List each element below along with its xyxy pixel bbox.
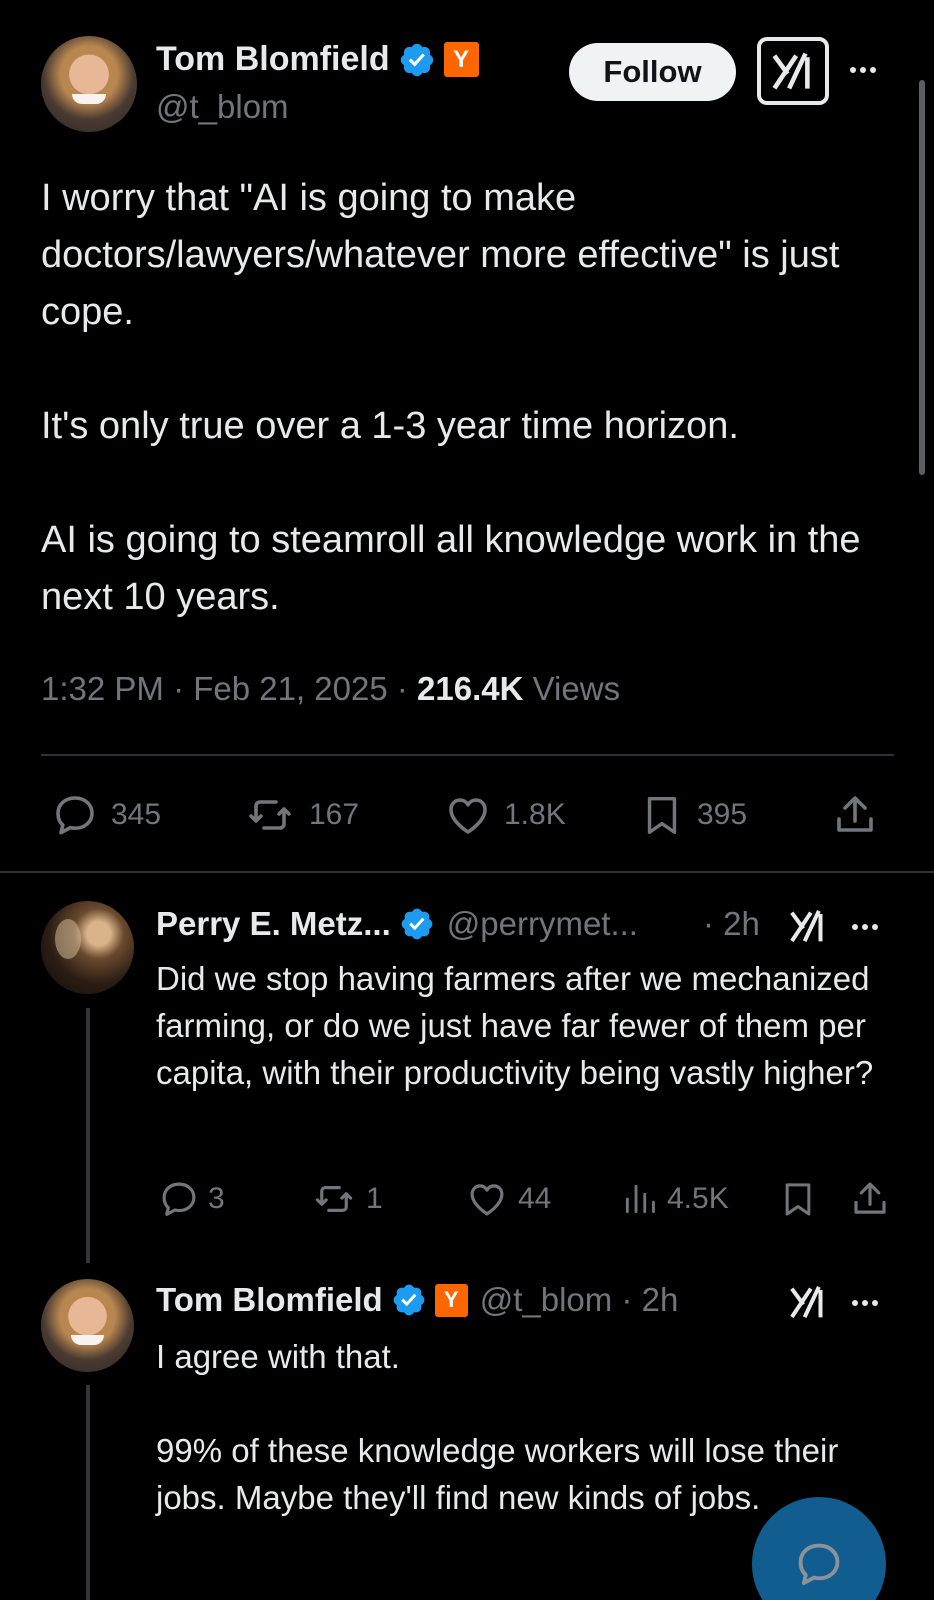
share-icon — [849, 1178, 891, 1220]
views-label: Views — [523, 670, 621, 707]
author-name[interactable]: Tom Blomfield — [156, 40, 390, 79]
grok-icon[interactable] — [788, 1282, 828, 1322]
repost-icon — [243, 791, 297, 839]
compose-icon — [793, 1538, 845, 1590]
ycombinator-badge: Y — [443, 42, 479, 77]
repost-count: 1 — [366, 1182, 383, 1215]
more-icon[interactable] — [852, 1300, 878, 1306]
bookmark-button[interactable]: 395 — [639, 791, 747, 839]
avatar[interactable] — [41, 36, 137, 132]
tweet-timestamp[interactable]: 1:32 PM · Feb 21, 2025 · — [41, 670, 417, 707]
reply-button[interactable]: 3 — [158, 1178, 225, 1220]
more-icon[interactable] — [852, 924, 878, 930]
reply-handle-time[interactable]: @t_blom · 2h — [480, 1281, 679, 1319]
divider — [0, 871, 934, 873]
views-button[interactable]: 4.5K — [621, 1178, 729, 1220]
follow-button[interactable]: Follow — [569, 43, 736, 101]
share-button[interactable] — [831, 791, 879, 839]
reply-author-line: Tom Blomfield Y @t_blom · 2h — [156, 1281, 678, 1319]
repost-icon — [310, 1178, 358, 1220]
scrollbar[interactable] — [919, 80, 925, 475]
more-icon[interactable] — [850, 67, 876, 73]
bookmark-icon — [639, 791, 685, 839]
repost-count: 167 — [309, 798, 360, 831]
avatar[interactable] — [41, 1279, 134, 1372]
grok-button[interactable] — [757, 37, 829, 105]
views-count: 4.5K — [667, 1182, 729, 1215]
bookmark-count: 395 — [697, 798, 748, 831]
views-icon — [621, 1178, 659, 1220]
reply-author-line: Perry E. Metz... @perrymet... — [156, 905, 638, 943]
author-line: Tom Blomfield Y — [156, 40, 479, 79]
reply-count: 345 — [111, 798, 162, 831]
verified-icon — [398, 41, 436, 79]
like-button[interactable]: 1.8K — [444, 791, 566, 839]
reply-icon — [51, 791, 99, 839]
thread-line — [86, 1385, 90, 1600]
grok-icon — [770, 48, 816, 94]
thread-line — [86, 1008, 90, 1263]
reply-button[interactable]: 345 — [51, 791, 161, 839]
reply-author-name[interactable]: Tom Blomfield — [156, 1281, 383, 1319]
verified-icon — [399, 906, 435, 942]
tweet-meta: 1:32 PM · Feb 21, 2025 · 216.4K Views — [41, 670, 620, 708]
verified-icon — [391, 1282, 427, 1318]
reply-time[interactable]: · 2h — [703, 905, 760, 943]
reply-text: I agree with that. 99% of these knowledg… — [156, 1338, 839, 1516]
views-count: 216.4K — [417, 670, 524, 707]
like-button[interactable]: 44 — [466, 1178, 551, 1220]
share-button[interactable] — [849, 1178, 891, 1220]
reply-author-name[interactable]: Perry E. Metz... — [156, 905, 391, 943]
divider — [41, 754, 894, 756]
like-count: 1.8K — [504, 798, 566, 831]
repost-button[interactable]: 1 — [310, 1178, 383, 1220]
reply-text: Did we stop having farmers after we mech… — [156, 960, 879, 1091]
bookmark-button[interactable] — [778, 1178, 818, 1220]
avatar[interactable] — [41, 901, 134, 994]
like-icon — [444, 791, 492, 839]
author-handle[interactable]: @t_blom — [156, 88, 289, 126]
reply-handle[interactable]: @perrymet... — [447, 905, 638, 943]
tweet-text: I worry that "AI is going to make doctor… — [41, 177, 861, 618]
ycombinator-badge: Y — [434, 1283, 468, 1317]
share-icon — [831, 791, 879, 839]
repost-button[interactable]: 167 — [243, 791, 359, 839]
grok-icon[interactable] — [788, 906, 828, 946]
reply-icon — [158, 1178, 200, 1220]
like-count: 44 — [518, 1182, 552, 1215]
bookmark-icon — [778, 1178, 818, 1220]
like-icon — [466, 1178, 508, 1220]
reply-count: 3 — [208, 1182, 225, 1215]
